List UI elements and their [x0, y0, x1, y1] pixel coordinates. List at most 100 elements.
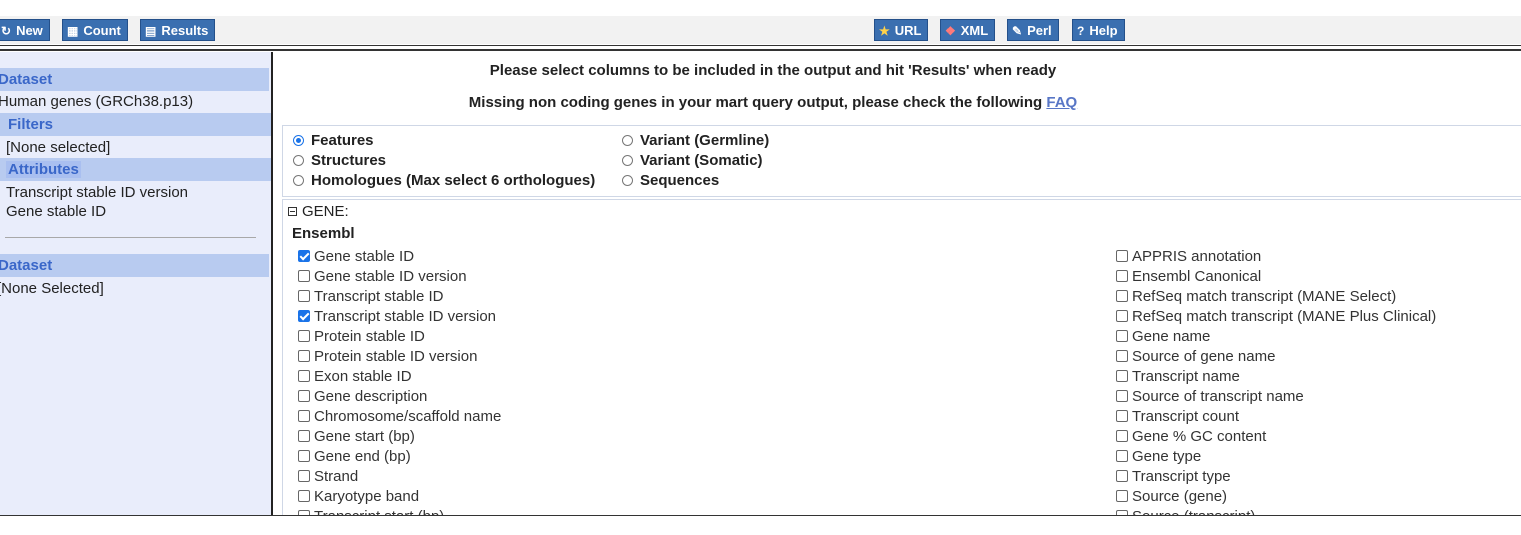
attribute-summary-item[interactable]: Transcript stable ID version [6, 183, 188, 202]
attribute-checkbox-row[interactable]: Source of transcript name [1116, 387, 1436, 407]
checkbox-icon[interactable] [1116, 270, 1128, 282]
attribute-checkbox-row[interactable]: Protein stable ID version [298, 347, 501, 367]
xml-button[interactable]: ❖ XML [940, 19, 996, 41]
attribute-checkbox-row[interactable]: Source (gene) [1116, 487, 1436, 507]
instruction-text: Please select columns to be included in … [489, 62, 1057, 79]
radio-homologues[interactable]: Homologues (Max select 6 orthologues) [293, 171, 595, 191]
dataset2-value[interactable]: [None Selected] [0, 279, 104, 298]
radio-features[interactable]: Features [293, 131, 374, 151]
checkbox-checked-icon[interactable] [298, 250, 310, 262]
attribute-checkbox-row[interactable]: Gene name [1116, 327, 1436, 347]
checkbox-icon[interactable] [1116, 290, 1128, 302]
attribute-checkbox-row[interactable]: Gene stable ID [298, 247, 501, 267]
checkbox-icon[interactable] [298, 410, 310, 422]
checkbox-icon[interactable] [298, 450, 310, 462]
radio-icon [622, 135, 633, 146]
attribute-checkbox-row[interactable]: Gene stable ID version [298, 267, 501, 287]
checkbox-icon[interactable] [1116, 430, 1128, 442]
attribute-label: Gene type [1132, 448, 1202, 465]
attribute-section: GENE: Ensembl Gene stable ID Gene stable … [282, 199, 1521, 516]
attribute-checkbox-row[interactable]: Karyotype band [298, 487, 501, 507]
checkbox-icon[interactable] [1116, 410, 1128, 422]
results-button[interactable]: ▤ Results [140, 19, 216, 41]
attribute-label: Transcript name [1132, 368, 1240, 385]
checkbox-icon[interactable] [298, 270, 310, 282]
help-button[interactable]: ? Help [1072, 19, 1125, 41]
checkbox-icon[interactable] [298, 430, 310, 442]
perl-button[interactable]: ✎ Perl [1007, 19, 1059, 41]
dataset-value[interactable]: Human genes (GRCh38.p13) [0, 92, 193, 111]
xml-file-icon: ❖ [945, 24, 956, 38]
checkbox-icon[interactable] [1116, 390, 1128, 402]
attribute-checkbox-row[interactable]: RefSeq match transcript (MANE Select) [1116, 287, 1436, 307]
checkbox-icon[interactable] [298, 350, 310, 362]
attribute-label: Gene description [314, 388, 428, 405]
attribute-checkbox-row[interactable]: Chromosome/scaffold name [298, 407, 501, 427]
checkbox-icon[interactable] [1116, 310, 1128, 322]
dataset-header[interactable]: Dataset [0, 68, 269, 91]
attribute-checkbox-row[interactable]: Gene type [1116, 447, 1436, 467]
checkbox-icon[interactable] [1116, 490, 1128, 502]
checkbox-icon[interactable] [1116, 470, 1128, 482]
filters-value[interactable]: [None selected] [6, 138, 110, 157]
attribute-checkbox-row[interactable]: APPRIS annotation [1116, 247, 1436, 267]
attributes-header[interactable]: Attributes [0, 158, 271, 181]
count-button[interactable]: ▦ Count [62, 19, 128, 41]
refresh-icon: ↻ [1, 24, 12, 38]
attribute-label: Source of transcript name [1132, 388, 1304, 405]
gene-section-toggle[interactable]: GENE: [288, 203, 349, 221]
checkbox-icon[interactable] [1116, 350, 1128, 362]
faq-link[interactable]: FAQ [1046, 94, 1077, 111]
attribute-checkbox-row[interactable]: Strand [298, 467, 501, 487]
bottom-border [0, 515, 1521, 516]
radio-sequences[interactable]: Sequences [622, 171, 719, 191]
attribute-label: Karyotype band [314, 488, 420, 505]
attribute-checkbox-row[interactable]: Source of gene name [1116, 347, 1436, 367]
checkbox-icon[interactable] [298, 470, 310, 482]
checkbox-icon[interactable] [1116, 330, 1128, 342]
checkbox-icon[interactable] [1116, 450, 1128, 462]
sidebar: Dataset Human genes (GRCh38.p13) Filters… [0, 52, 271, 515]
attribute-checkbox-row[interactable]: Exon stable ID [298, 367, 501, 387]
url-button[interactable]: ★ URL [874, 19, 929, 41]
checkbox-icon[interactable] [298, 390, 310, 402]
radio-variant-germline[interactable]: Variant (Germline) [622, 131, 769, 151]
filters-header[interactable]: Filters [0, 113, 271, 136]
table-icon: ▤ [145, 24, 157, 38]
attribute-checkbox-row[interactable]: Gene % GC content [1116, 427, 1436, 447]
attribute-checkbox-row[interactable]: Transcript name [1116, 367, 1436, 387]
attribute-checkbox-row[interactable]: Gene end (bp) [298, 447, 501, 467]
attribute-checkbox-row[interactable]: Transcript type [1116, 467, 1436, 487]
attribute-checkbox-row[interactable]: Transcript count [1116, 407, 1436, 427]
attribute-checkbox-row[interactable]: Transcript stable ID version [298, 307, 501, 327]
checkbox-icon[interactable] [298, 490, 310, 502]
script-icon: ✎ [1012, 24, 1023, 38]
attribute-label: Protein stable ID version [314, 348, 478, 365]
dataset2-header[interactable]: Dataset [0, 254, 269, 277]
attribute-label: Protein stable ID [314, 328, 425, 345]
attribute-column-right: APPRIS annotation Ensembl Canonical RefSeq… [1116, 247, 1436, 516]
attribute-label: Gene name [1132, 328, 1211, 345]
checkbox-icon[interactable] [298, 370, 310, 382]
checkbox-icon[interactable] [1116, 250, 1128, 262]
attribute-checkbox-row[interactable]: Gene start (bp) [298, 427, 501, 447]
radio-structures[interactable]: Structures [293, 151, 386, 171]
new-button[interactable]: ↻ New [0, 19, 50, 41]
attribute-checkbox-row[interactable]: Gene description [298, 387, 501, 407]
attribute-label: Transcript stable ID [314, 288, 444, 305]
attribute-checkbox-row[interactable]: Protein stable ID [298, 327, 501, 347]
sidebar-divider [5, 237, 256, 238]
checkbox-icon[interactable] [298, 290, 310, 302]
checkbox-icon[interactable] [1116, 370, 1128, 382]
attribute-checkbox-row[interactable]: RefSeq match transcript (MANE Plus Clini… [1116, 307, 1436, 327]
attribute-checkbox-row[interactable]: Transcript stable ID [298, 287, 501, 307]
checkbox-checked-icon[interactable] [298, 310, 310, 322]
attribute-label: Gene end (bp) [314, 448, 411, 465]
notice-text: Missing non coding genes in your mart qu… [468, 94, 1078, 111]
checkbox-icon[interactable] [298, 330, 310, 342]
attribute-summary-item[interactable]: Gene stable ID [6, 202, 106, 221]
radio-variant-somatic[interactable]: Variant (Somatic) [622, 151, 763, 171]
attribute-label: Transcript type [1132, 468, 1231, 485]
attribute-column-left: Gene stable ID Gene stable ID version Tran… [298, 247, 501, 516]
attribute-checkbox-row[interactable]: Ensembl Canonical [1116, 267, 1436, 287]
